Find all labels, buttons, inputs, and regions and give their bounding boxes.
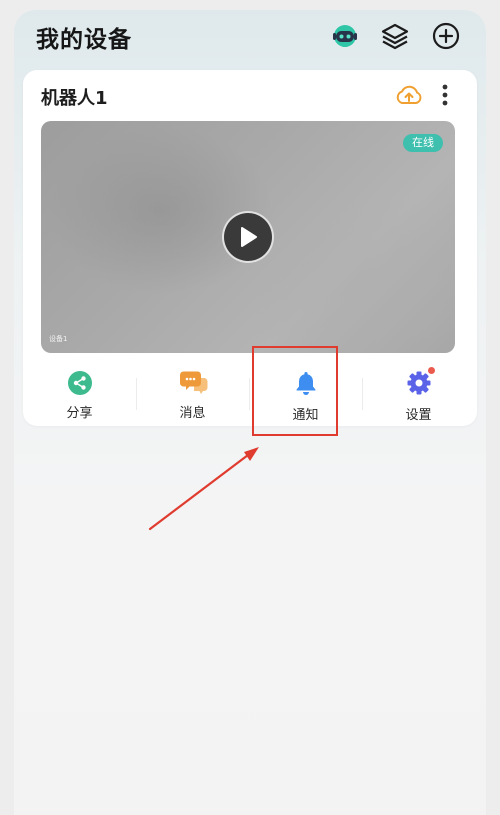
settings-button[interactable]: 设置 <box>362 360 475 423</box>
page-title: 我的设备 <box>36 27 132 53</box>
app-screen: 我的设备 机器人1 在线 设备1 分享 消息 通知 设置 <box>14 10 486 815</box>
settings-label: 设置 <box>405 408 432 423</box>
gear-icon <box>406 367 435 396</box>
more-vertical-icon[interactable] <box>435 81 455 109</box>
chat-bubbles-icon <box>179 370 207 396</box>
action-bar: 分享 消息 通知 设置 <box>23 360 477 423</box>
camera-label: 设备1 <box>49 335 68 343</box>
online-status-badge: 在线 <box>403 134 443 152</box>
share-button[interactable]: 分享 <box>23 360 136 421</box>
play-icon[interactable] <box>222 211 274 263</box>
device-name: 机器人1 <box>41 88 108 109</box>
robot-assistant-icon[interactable] <box>328 19 362 53</box>
annotation-highlight-box <box>252 346 338 436</box>
messages-label: 消息 <box>179 406 206 421</box>
settings-badge <box>427 367 435 374</box>
video-preview[interactable]: 在线 设备1 <box>41 121 455 353</box>
device-card[interactable]: 机器人1 在线 设备1 分享 消息 通知 设置 <box>23 70 477 426</box>
add-circle-icon[interactable] <box>429 19 463 53</box>
share-label: 分享 <box>66 406 93 421</box>
layers-icon[interactable] <box>378 19 412 53</box>
share-icon <box>67 370 93 396</box>
cloud-upload-icon[interactable] <box>394 81 424 109</box>
messages-button[interactable]: 消息 <box>136 360 249 421</box>
